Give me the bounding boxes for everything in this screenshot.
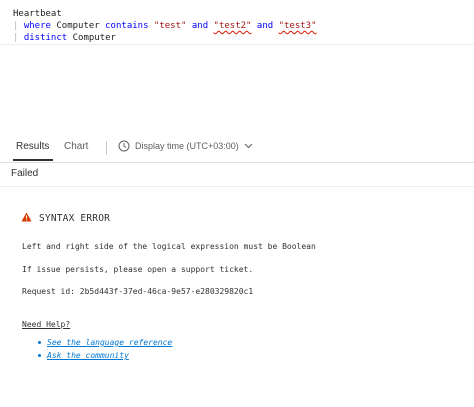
error-title-text: SYNTAX ERROR <box>39 213 111 224</box>
computer-field: Computer <box>72 33 116 43</box>
tab-separator <box>106 141 107 155</box>
help-list-item: See the language reference <box>38 336 172 349</box>
query-line-3[interactable]: | distinct Computer <box>13 32 116 44</box>
query-line-1[interactable]: Heartbeat <box>13 8 62 20</box>
table-name: Heartbeat <box>13 9 62 19</box>
and-keyword-2: and <box>256 21 274 31</box>
results-tab-bar: Results Chart Display time (UTC+03:00) <box>0 136 474 163</box>
ask-community-link[interactable]: Ask the community <box>47 349 129 362</box>
error-message: Left and right side of the logical expre… <box>22 242 316 251</box>
tab-chart[interactable]: Chart <box>64 141 88 152</box>
string-literal-test: "test" <box>153 21 187 31</box>
help-links: See the language reference Ask the commu… <box>38 336 172 362</box>
query-editor[interactable]: Heartbeat | where Computer contains "tes… <box>0 0 474 128</box>
support-message: If issue persists, please open a support… <box>22 265 254 274</box>
distinct-keyword: distinct <box>23 33 68 43</box>
help-list-item: Ask the community <box>38 349 172 362</box>
request-id: Request id: 2b5d443f-37ed-46ca-9e57-e280… <box>22 287 254 296</box>
string-literal-test2: "test2" <box>213 21 252 31</box>
display-time-label: Display time (UTC+03:00) <box>135 141 239 151</box>
language-reference-link[interactable]: See the language reference <box>47 336 172 349</box>
query-line-2[interactable]: | where Computer contains "test" and "te… <box>13 20 317 32</box>
contains-keyword: contains <box>105 21 149 31</box>
computer-field: Computer <box>56 21 100 31</box>
error-title: SYNTAX ERROR <box>21 212 110 225</box>
bullet-icon <box>38 354 41 357</box>
tab-results[interactable]: Results <box>16 141 49 152</box>
bullet-icon <box>38 341 41 344</box>
and-keyword-1: and <box>191 21 209 31</box>
string-literal-test3: "test3" <box>278 21 317 31</box>
status-divider <box>0 186 474 187</box>
editor-divider <box>0 44 474 45</box>
query-status: Failed <box>11 168 39 179</box>
chevron-down-icon <box>244 143 253 149</box>
where-keyword: where <box>23 21 51 31</box>
pipe-operator: | <box>13 33 19 43</box>
display-time-dropdown[interactable]: Display time (UTC+03:00) <box>118 140 253 152</box>
pipe-operator: | <box>13 21 19 31</box>
warning-icon <box>21 212 32 225</box>
active-tab-indicator <box>13 159 53 161</box>
clock-icon <box>118 140 130 152</box>
need-help-heading: Need Help? <box>22 320 71 329</box>
